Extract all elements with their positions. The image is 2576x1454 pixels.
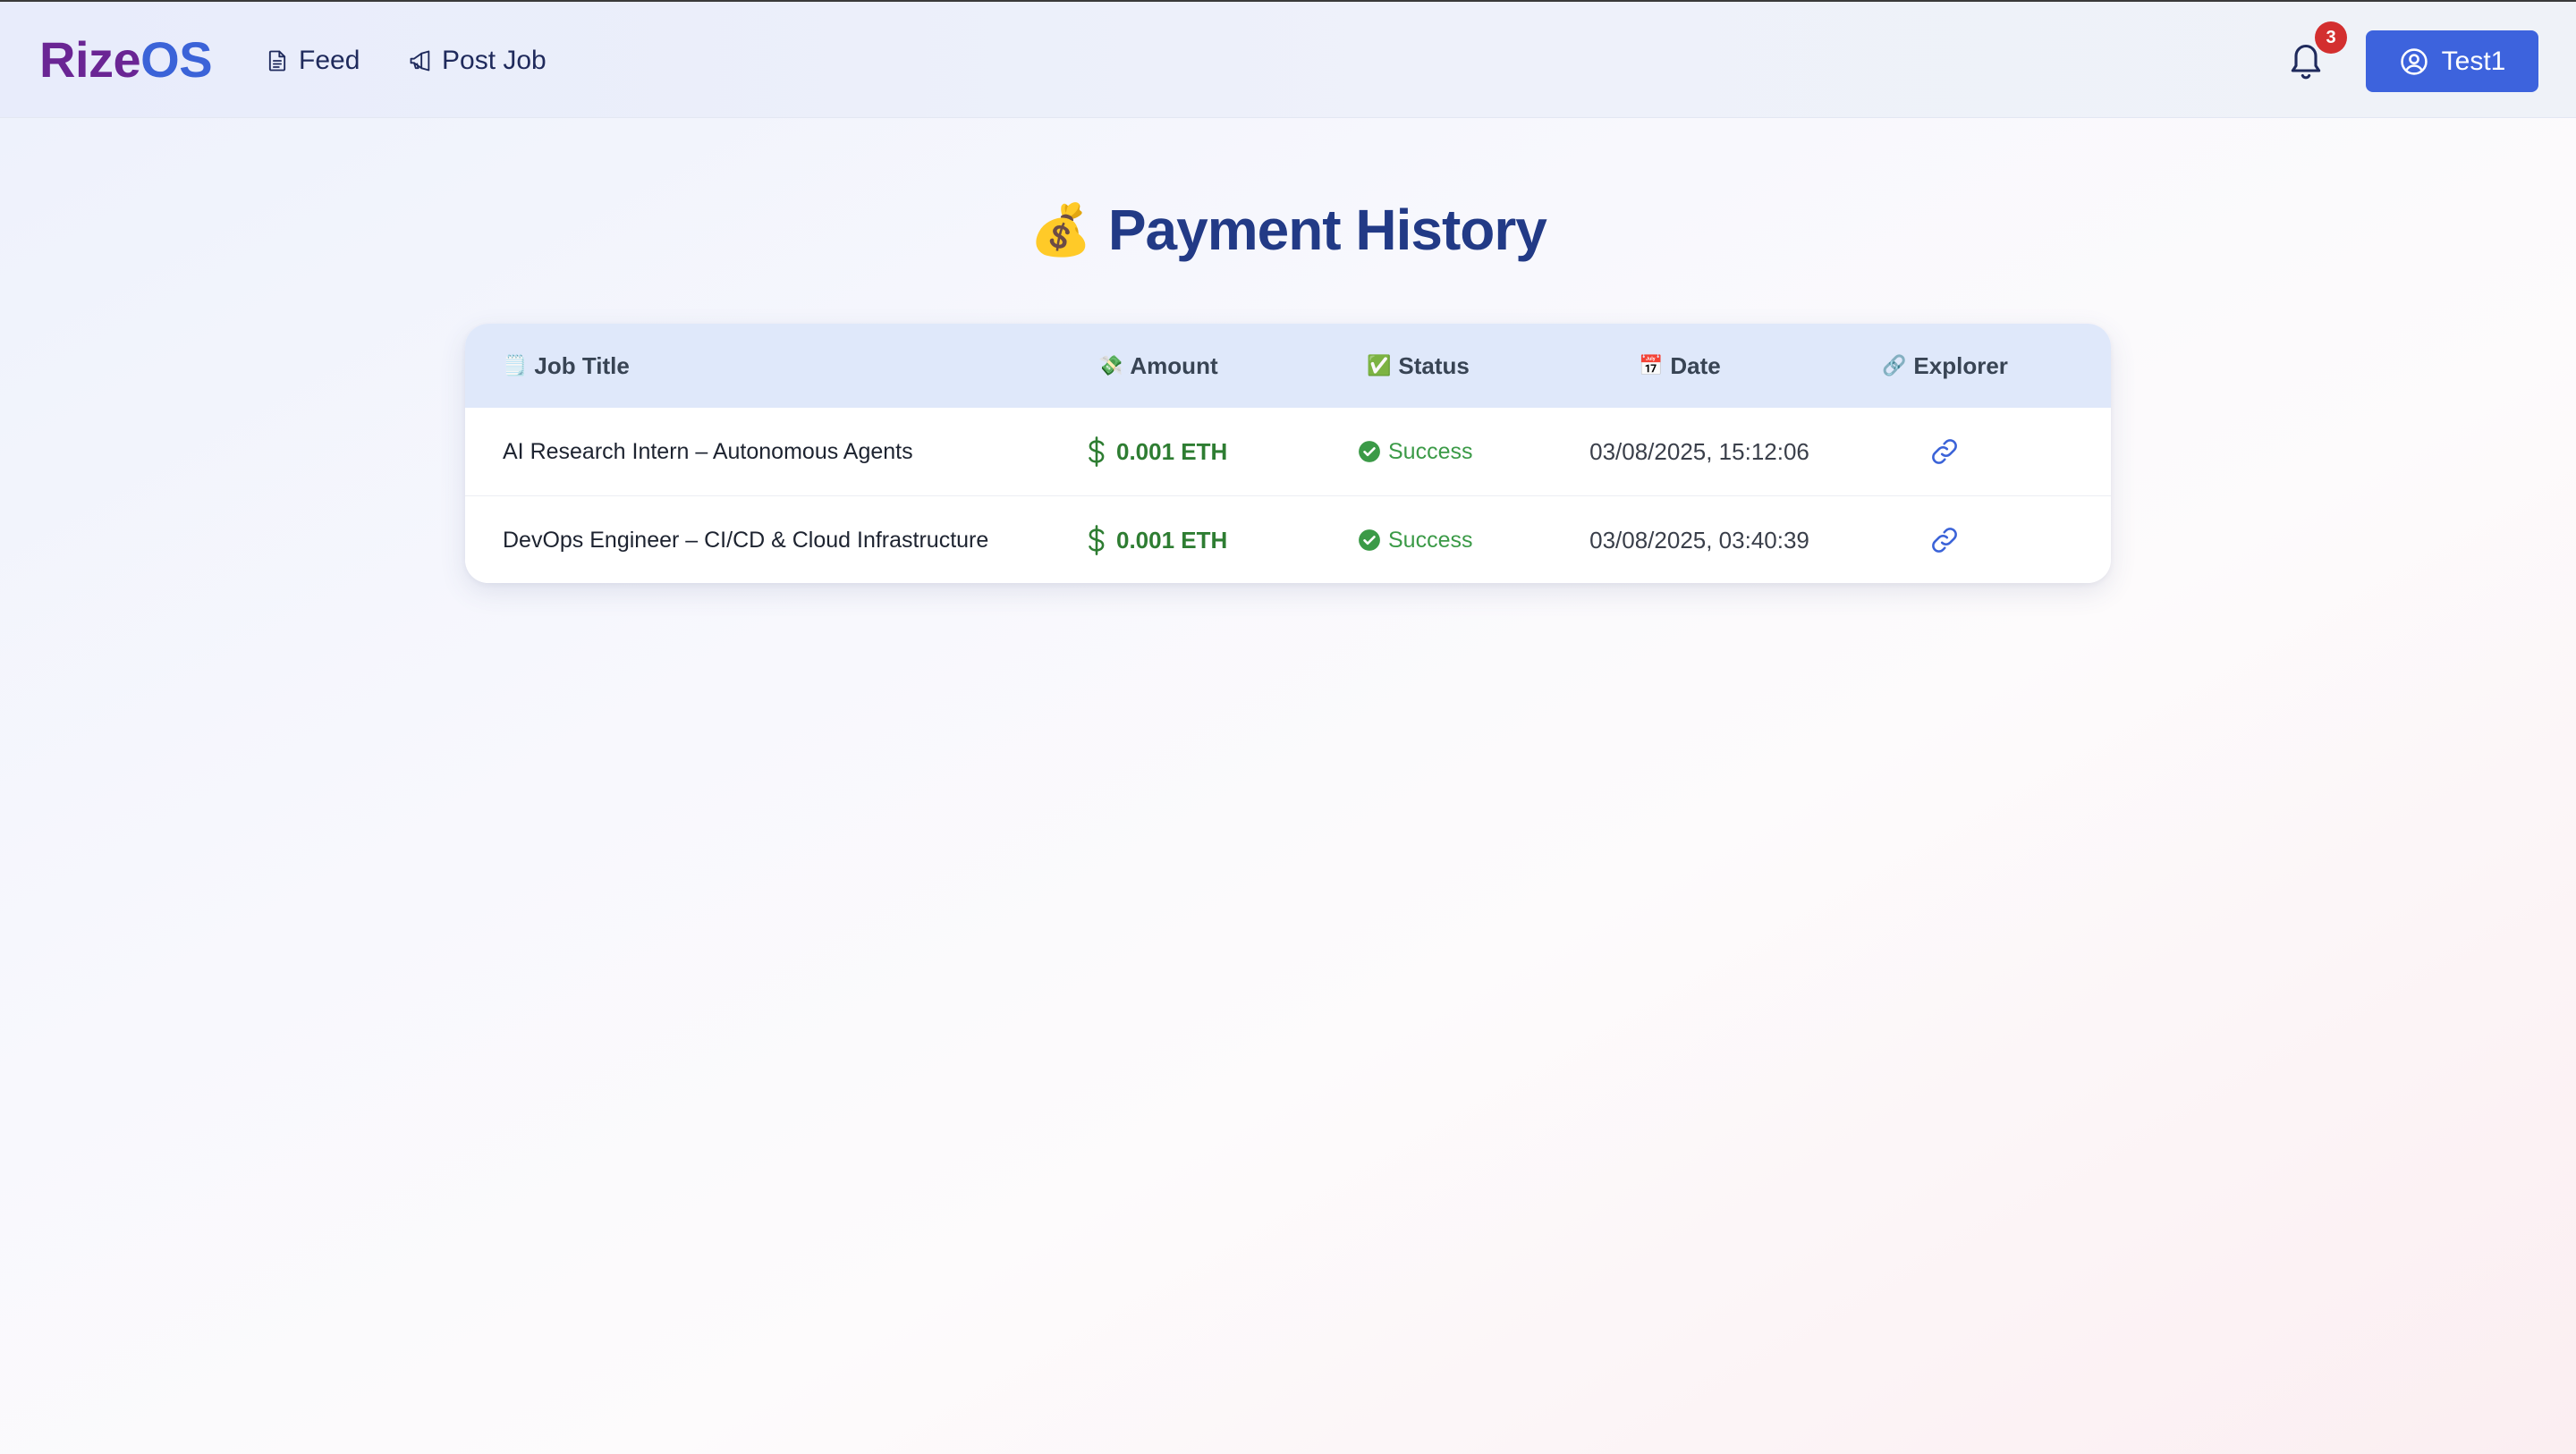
column-header-label: Job Title xyxy=(534,351,630,379)
job-title-cell: AI Research Intern – Autonomous Agents xyxy=(503,438,913,464)
nav-link-post-job-label: Post Job xyxy=(442,46,547,75)
link-icon: 🔗 xyxy=(1882,354,1907,376)
column-header-date: 📅 Date xyxy=(1639,324,1721,408)
calendar-icon: 📅 xyxy=(1639,354,1664,376)
amount-value: 0.001 ETH xyxy=(1116,437,1228,465)
check-circle-icon xyxy=(1359,441,1380,462)
brand-logo[interactable]: RizeOS xyxy=(39,30,213,89)
navbar: RizeOS Feed Post Job 3 Test1 xyxy=(0,2,2576,118)
amount-value: 0.001 ETH xyxy=(1116,526,1228,554)
table-header: 🗒️ Job Title 💸 Amount ✅ Status 📅 Date 🔗 … xyxy=(465,324,2111,408)
nav-link-feed-label: Feed xyxy=(299,46,360,75)
money-wings-icon: 💸 xyxy=(1098,354,1123,376)
table-row: AI Research Intern – Autonomous Agents 0… xyxy=(465,408,2111,495)
link-icon xyxy=(1932,439,1957,464)
status-cell: Success xyxy=(1358,496,1472,583)
column-header-label: Date xyxy=(1670,351,1721,379)
megaphone-icon xyxy=(410,50,430,72)
brand-logo-part1: Rize xyxy=(39,31,141,88)
money-bag-icon: 💰 xyxy=(1030,201,1092,258)
notepad-icon: 🗒️ xyxy=(503,354,528,376)
user-menu-label: Test1 xyxy=(2441,46,2506,76)
date-cell: 03/08/2025, 15:12:06 xyxy=(1589,437,1809,465)
user-menu-button[interactable]: Test1 xyxy=(2366,30,2538,92)
payment-history-table: 🗒️ Job Title 💸 Amount ✅ Status 📅 Date 🔗 … xyxy=(465,324,2111,583)
column-header-amount: 💸 Amount xyxy=(1098,324,1218,408)
nav-link-feed[interactable]: Feed xyxy=(265,41,360,80)
status-cell: Success xyxy=(1358,408,1472,495)
status-badge: Success xyxy=(1388,527,1473,553)
explorer-link[interactable] xyxy=(1925,408,1964,495)
job-title-cell: DevOps Engineer – CI/CD & Cloud Infrastr… xyxy=(503,527,989,553)
page-title: 💰 Payment History xyxy=(0,190,2576,270)
page-title-text: Payment History xyxy=(1107,198,1547,262)
column-header-label: Explorer xyxy=(1913,351,2008,379)
column-header-label: Status xyxy=(1398,351,1470,379)
check-mark-icon: ✅ xyxy=(1367,354,1392,376)
column-header-status: ✅ Status xyxy=(1367,324,1470,408)
nav-link-post-job[interactable]: Post Job xyxy=(408,41,547,80)
dollar-icon xyxy=(1089,436,1105,467)
check-circle-icon xyxy=(1359,529,1380,551)
link-icon xyxy=(1932,528,1957,553)
amount-cell: 0.001 ETH xyxy=(1086,496,1227,583)
amount-cell: 0.001 ETH xyxy=(1086,408,1227,495)
date-cell: 03/08/2025, 03:40:39 xyxy=(1589,526,1809,554)
user-circle-icon xyxy=(2400,47,2428,75)
brand-logo-part2: OS xyxy=(140,31,213,88)
column-header-label: Amount xyxy=(1130,351,1218,379)
table-row: DevOps Engineer – CI/CD & Cloud Infrastr… xyxy=(465,495,2111,583)
column-header-explorer: 🔗 Explorer xyxy=(1882,324,2008,408)
dollar-icon xyxy=(1089,525,1105,555)
document-icon xyxy=(268,50,286,72)
explorer-link[interactable] xyxy=(1925,496,1964,583)
column-header-job-title: 🗒️ Job Title xyxy=(503,324,630,408)
status-badge: Success xyxy=(1388,438,1473,464)
notification-count-badge: 3 xyxy=(2315,21,2347,54)
